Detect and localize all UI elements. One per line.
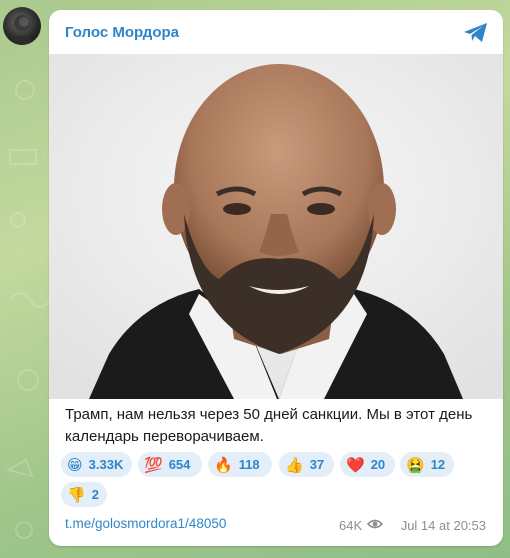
telegram-share-icon[interactable] xyxy=(463,22,489,44)
grinning-face-icon: 😁 xyxy=(67,455,83,474)
view-count: 64K xyxy=(339,518,363,533)
reaction-count: 118 xyxy=(238,457,260,472)
reaction-vomit[interactable]: 🤮 12 xyxy=(400,452,454,477)
hundred-points-icon: 💯 xyxy=(144,455,163,474)
fire-icon: 🔥 xyxy=(214,455,233,474)
reaction-count: 654 xyxy=(168,457,191,472)
channel-post-card: Голос Мордора Трамп, нам нельзя через 50… xyxy=(49,10,503,546)
reaction-count: 3.33K xyxy=(88,457,124,472)
eye-icon xyxy=(366,517,384,531)
reaction-count: 12 xyxy=(430,457,446,472)
vomiting-face-icon: 🤮 xyxy=(406,455,425,474)
reaction-fire[interactable]: 🔥 118 xyxy=(208,452,272,477)
reaction-hundred[interactable]: 💯 654 xyxy=(138,452,202,477)
thumbs-up-icon: 👍 xyxy=(285,455,304,474)
thumbs-down-icon: 👎 xyxy=(67,485,86,504)
reaction-grin[interactable]: 😁 3.33K xyxy=(61,452,132,477)
reaction-count: 2 xyxy=(91,487,99,502)
reaction-thumbs-up[interactable]: 👍 37 xyxy=(279,452,334,477)
reaction-thumbs-down[interactable]: 👎 2 xyxy=(61,482,107,507)
post-link[interactable]: t.me/golosmordora1/48050 xyxy=(65,516,226,531)
post-header: Голос Мордора xyxy=(49,10,503,54)
post-date: Jul 14 at 20:53 xyxy=(400,518,486,533)
channel-avatar[interactable] xyxy=(3,7,41,45)
reaction-count: 20 xyxy=(370,457,386,472)
reaction-heart[interactable]: ❤️ 20 xyxy=(340,452,395,477)
reaction-count: 37 xyxy=(309,457,325,472)
red-heart-icon: ❤️ xyxy=(346,455,365,474)
post-footer: t.me/golosmordora1/48050 64K Jul 14 at 2… xyxy=(49,514,503,536)
post-text: Трамп, нам нельзя через 50 дней санкции.… xyxy=(65,406,473,445)
post-photo[interactable] xyxy=(49,54,503,399)
channel-name[interactable]: Голос Мордора xyxy=(65,24,179,41)
